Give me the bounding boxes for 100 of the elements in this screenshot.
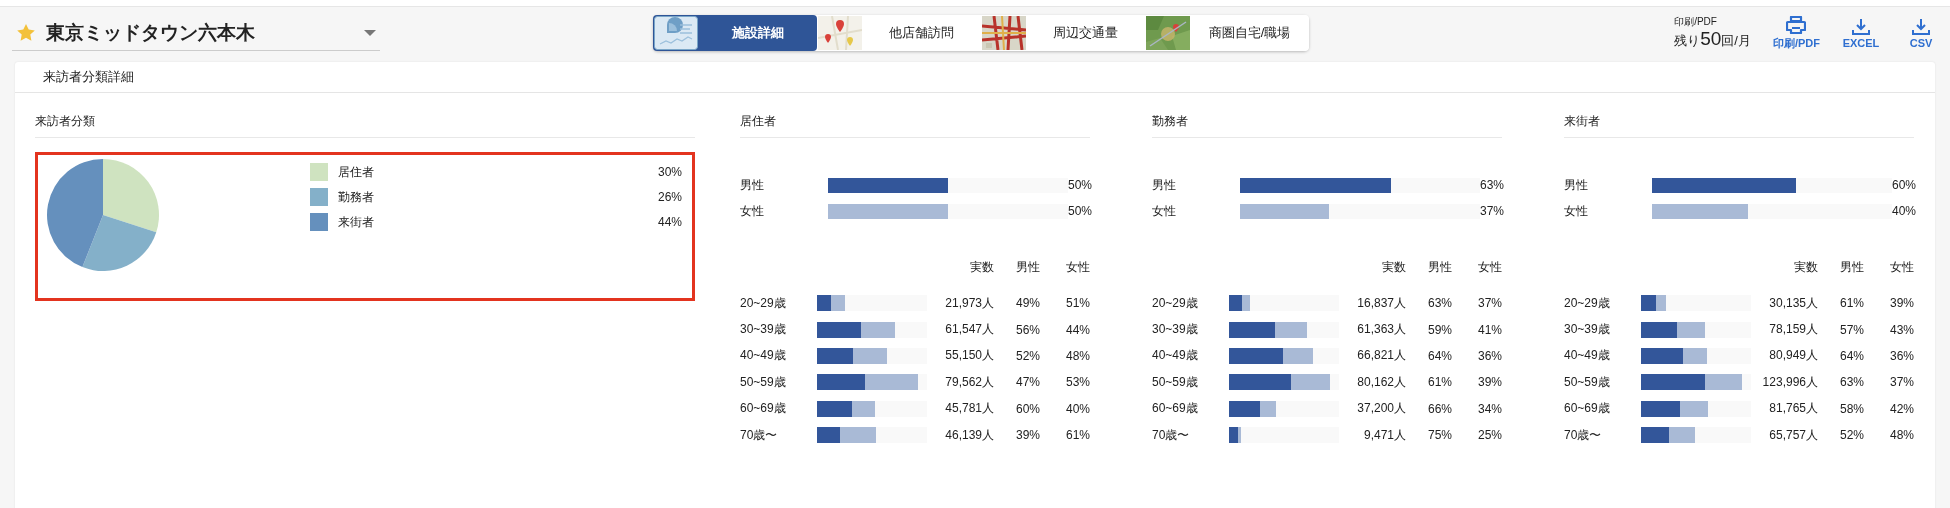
percent-cell-text: 64% (1426, 348, 1452, 363)
legend-label: 居住者 (338, 163, 375, 181)
percent-cell-text: 53% (1064, 375, 1090, 390)
map-pins-icon (818, 16, 862, 50)
age-label: 20~29歳 (1564, 294, 1611, 312)
download-button[interactable]: EXCEL (1842, 17, 1880, 49)
count-cell-text: 78,159人 (1768, 321, 1818, 339)
download-icon (1852, 17, 1870, 35)
count-cell-text: 80,162人 (1356, 373, 1406, 391)
percent-cell-text: 64% (1838, 348, 1864, 363)
gender-percent: 63% (1480, 178, 1505, 192)
gender-label: 女性 (1152, 202, 1177, 220)
count-cell-text: 16,837人 (1356, 294, 1406, 312)
column-header: 実数 (1381, 258, 1406, 276)
percent-cell-text: 40% (1064, 401, 1090, 416)
column-header: 実数 (969, 258, 994, 276)
gender-percent: 37% (1480, 204, 1505, 218)
count-cell-text: 37,200人 (1356, 400, 1406, 418)
percent-cell-text: 52% (1838, 428, 1864, 443)
percent-cell-text: 61% (1426, 375, 1452, 390)
count-cell-text: 9,471人 (1362, 426, 1406, 444)
percent-cell-text: 39% (1476, 375, 1502, 390)
card-header: 来訪者分類詳細 (15, 62, 1935, 93)
column-header: 女性 (1477, 258, 1502, 276)
location-name: 東京ミッドタウン六本木 (46, 20, 256, 45)
age-label: 60~69歳 (1564, 400, 1611, 418)
percent-cell-text: 61% (1064, 428, 1090, 443)
column-header: 女性 (1889, 258, 1914, 276)
legend-label: 勤務者 (338, 188, 375, 206)
percent-cell-text: 75% (1426, 428, 1452, 443)
gender-label: 男性 (740, 176, 765, 194)
count-cell-text: 46,139人 (944, 426, 994, 444)
view-tab[interactable]: 商圏自宅/職場 (1145, 15, 1309, 51)
percent-cell-text: 52% (1014, 348, 1040, 363)
section-heading: 来訪者分類 (35, 107, 695, 138)
count-cell-text: 30,135人 (1768, 294, 1818, 312)
download-button[interactable]: CSV (1902, 17, 1940, 49)
age-label: 40~49歳 (1152, 347, 1199, 365)
count-cell-text: 21,973人 (944, 294, 994, 312)
legend-label: 来街者 (338, 213, 375, 231)
percent-cell-text: 63% (1426, 296, 1452, 311)
column-header: 実数 (1793, 258, 1818, 276)
percent-cell-text: 56% (1014, 322, 1040, 337)
percent-cell-text: 34% (1476, 401, 1502, 416)
age-label: 30~39歳 (740, 321, 787, 339)
count-cell-text: 45,781人 (944, 400, 994, 418)
age-label: 20~29歳 (1152, 294, 1199, 312)
percent-cell-text: 37% (1888, 375, 1914, 390)
percent-cell-text: 63% (1838, 375, 1864, 390)
view-tab[interactable]: 周辺交通量 (981, 15, 1145, 51)
gender-label: 男性 (1564, 176, 1589, 194)
download-icon (1912, 17, 1930, 35)
section-heading: 勤務者 (1152, 107, 1502, 138)
column-header: 女性 (1065, 258, 1090, 276)
quota-label: 印刷/PDF (1674, 15, 1718, 28)
percent-cell-text: 44% (1064, 322, 1090, 337)
age-label: 30~39歳 (1564, 321, 1611, 339)
location-select[interactable]: 東京ミッドタウン六本木 (12, 15, 380, 51)
age-label: 50~59歳 (1152, 373, 1199, 391)
section-heading: 来街者 (1564, 107, 1914, 138)
count-cell-text: 61,363人 (1356, 321, 1406, 339)
caret-icon (364, 29, 376, 36)
percent-cell-text: 25% (1476, 428, 1502, 443)
percent-cell-text: 48% (1888, 428, 1914, 443)
view-tab[interactable]: 他店舗訪問 (817, 15, 981, 51)
gender-label: 女性 (1564, 202, 1589, 220)
view-tab[interactable]: 施設詳細 (653, 15, 817, 51)
age-label: 60~69歳 (1152, 400, 1199, 418)
age-label: 60~69歳 (740, 400, 787, 418)
gender-percent: 50% (1068, 178, 1093, 192)
age-label: 40~49歳 (740, 347, 787, 365)
percent-cell-text: 66% (1426, 401, 1452, 416)
age-label: 50~59歳 (740, 373, 787, 391)
legend-value: 30% (657, 165, 682, 179)
count-cell-text: 65,757人 (1768, 426, 1818, 444)
count-cell-text: 80,949人 (1768, 347, 1818, 365)
percent-cell-text: 36% (1888, 348, 1914, 363)
percent-cell-text: 41% (1476, 322, 1502, 337)
percent-cell-text: 58% (1838, 401, 1864, 416)
legend-value: 26% (657, 190, 682, 204)
percent-cell-text: 42% (1888, 401, 1914, 416)
percent-cell-text: 51% (1064, 296, 1090, 311)
percent-cell-text: 60% (1014, 401, 1040, 416)
percent-cell-text: 49% (1014, 296, 1040, 311)
print-button[interactable]: 印刷/PDF (1772, 15, 1820, 51)
count-cell-text: 55,150人 (944, 347, 994, 365)
chart-icon (654, 16, 698, 50)
percent-cell-text: 37% (1476, 296, 1502, 311)
percent-cell-text: 48% (1064, 348, 1090, 363)
column-header: 男性 (1839, 258, 1864, 276)
percent-cell-text: 43% (1888, 322, 1914, 337)
legend-value: 44% (657, 215, 682, 229)
count-cell-text: 123,996人 (1761, 373, 1818, 391)
quota-remaining: 残り 50回/月 (1674, 27, 1751, 51)
percent-cell-text: 39% (1014, 428, 1040, 443)
age-label: 70歳〜 (740, 426, 779, 444)
section-heading: 居住者 (740, 107, 1090, 138)
star-icon[interactable] (16, 23, 36, 42)
age-label: 70歳〜 (1152, 426, 1191, 444)
age-label: 50~59歳 (1564, 373, 1611, 391)
